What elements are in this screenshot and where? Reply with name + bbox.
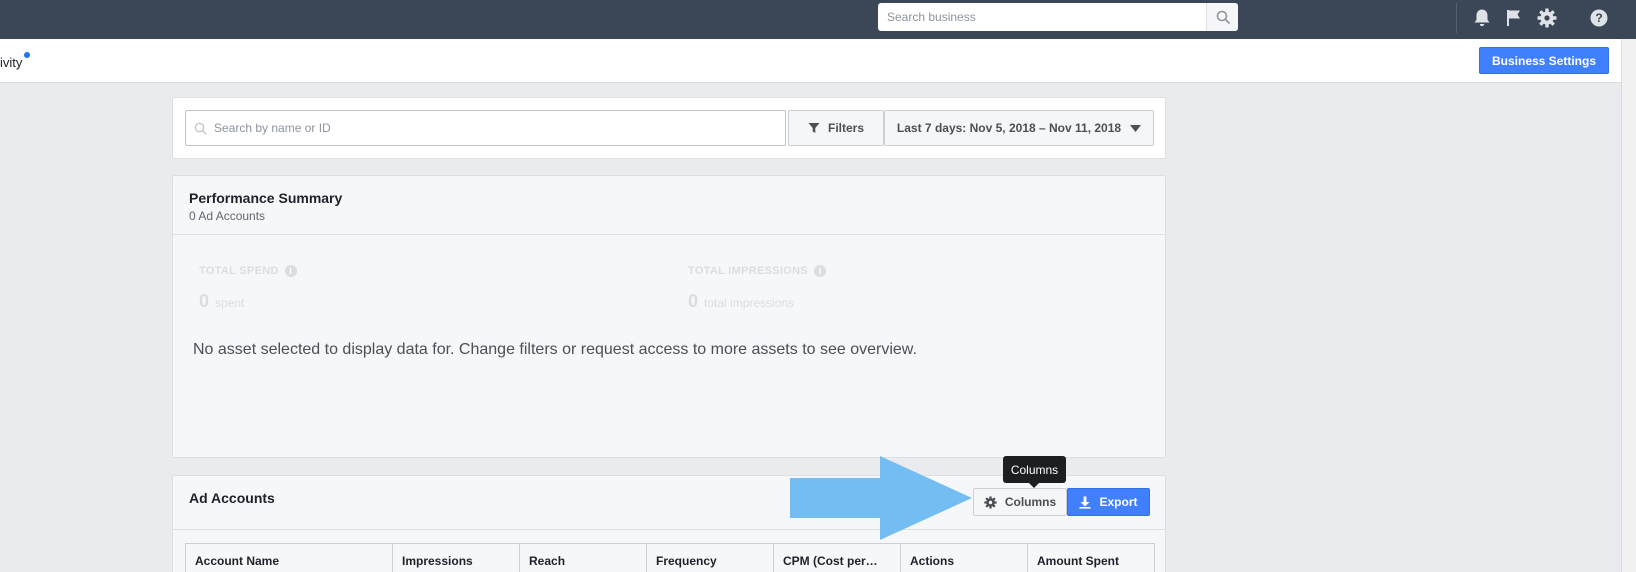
column-header-cpm[interactable]: CPM (Cost per… <box>774 544 901 572</box>
total-spend-number: 0 <box>199 291 210 311</box>
funnel-icon <box>808 123 820 133</box>
search-icon <box>1216 10 1230 24</box>
performance-summary-card: Performance Summary 0 Ad Accounts TOTAL … <box>172 175 1166 458</box>
ad-accounts-table-header: Account Name Impressions Reach Frequency… <box>185 543 1155 572</box>
filters-button-label: Filters <box>827 121 864 135</box>
help-button[interactable]: ? <box>1587 6 1611 30</box>
performance-summary-header: Performance Summary 0 Ad Accounts <box>173 176 1165 235</box>
asset-search-input[interactable] <box>214 111 774 145</box>
columns-button-label: Columns <box>1004 495 1057 509</box>
total-impressions-label: TOTAL IMPRESSIONS i <box>688 265 827 277</box>
help-icon: ? <box>1590 9 1608 27</box>
top-navigation-bar: ? <box>0 0 1636 39</box>
column-header-actions[interactable]: Actions <box>901 544 1028 572</box>
column-header-account-name[interactable]: Account Name <box>186 544 393 572</box>
gear-icon <box>984 495 997 509</box>
download-icon <box>1079 496 1091 509</box>
date-range-dropdown[interactable]: Last 7 days: Nov 5, 2018 – Nov 11, 2018 <box>884 110 1154 146</box>
gear-icon <box>1537 8 1557 28</box>
page-scrollbar[interactable] <box>1621 39 1636 572</box>
ad-accounts-card: Ad Accounts Columns Export Account Name … <box>172 475 1166 572</box>
ad-accounts-divider <box>173 529 1165 530</box>
settings-button[interactable] <box>1535 6 1559 30</box>
activity-tab-label[interactable]: ivity <box>0 55 22 70</box>
flag-button[interactable] <box>1502 6 1526 30</box>
total-spend-label-text: TOTAL SPEND <box>199 265 279 277</box>
total-spend-label: TOTAL SPEND i <box>199 265 297 277</box>
business-search-button[interactable] <box>1206 3 1238 31</box>
svg-text:?: ? <box>1595 11 1602 25</box>
columns-tooltip: Columns <box>1003 456 1066 483</box>
caret-down-icon <box>1130 124 1142 132</box>
empty-state-message: No asset selected to display data for. C… <box>193 341 917 358</box>
asset-search-box <box>185 110 786 146</box>
tooltip-caret <box>1029 483 1039 488</box>
total-impressions-unit: total impressions <box>704 296 795 310</box>
column-header-amount-spent[interactable]: Amount Spent <box>1028 544 1154 572</box>
info-icon[interactable]: i <box>814 265 827 277</box>
date-range-label: Last 7 days: Nov 5, 2018 – Nov 11, 2018 <box>896 121 1122 135</box>
performance-summary-subtitle: 0 Ad Accounts <box>189 209 266 223</box>
column-header-reach[interactable]: Reach <box>520 544 647 572</box>
performance-summary-title: Performance Summary <box>189 190 343 206</box>
filters-button[interactable]: Filters <box>788 110 884 146</box>
columns-button[interactable]: Columns <box>973 488 1067 516</box>
total-spend-value: 0 spent <box>199 291 244 312</box>
total-impressions-value: 0 total impressions <box>688 291 794 312</box>
activity-indicator-dot <box>24 52 30 58</box>
business-search-input[interactable] <box>878 3 1206 31</box>
column-header-impressions[interactable]: Impressions <box>393 544 520 572</box>
business-search-box <box>878 3 1238 31</box>
total-impressions-number: 0 <box>688 291 699 311</box>
column-header-frequency[interactable]: Frequency <box>647 544 774 572</box>
total-impressions-label-text: TOTAL IMPRESSIONS <box>688 265 809 277</box>
filter-bar: Filters Last 7 days: Nov 5, 2018 – Nov 1… <box>172 97 1166 159</box>
notifications-button[interactable] <box>1470 6 1494 30</box>
ad-accounts-title: Ad Accounts <box>189 490 275 506</box>
search-icon <box>194 122 207 135</box>
export-button[interactable]: Export <box>1067 488 1150 516</box>
export-button-label: Export <box>1099 495 1138 509</box>
page-header: ivity Business Settings <box>0 39 1621 83</box>
info-icon[interactable]: i <box>284 265 297 277</box>
bell-icon <box>1474 9 1490 27</box>
annotation-arrow <box>790 456 972 540</box>
total-spend-unit: spent <box>215 296 245 310</box>
flag-icon <box>1507 10 1520 26</box>
business-settings-button[interactable]: Business Settings <box>1479 47 1609 74</box>
topbar-divider <box>1456 3 1457 33</box>
